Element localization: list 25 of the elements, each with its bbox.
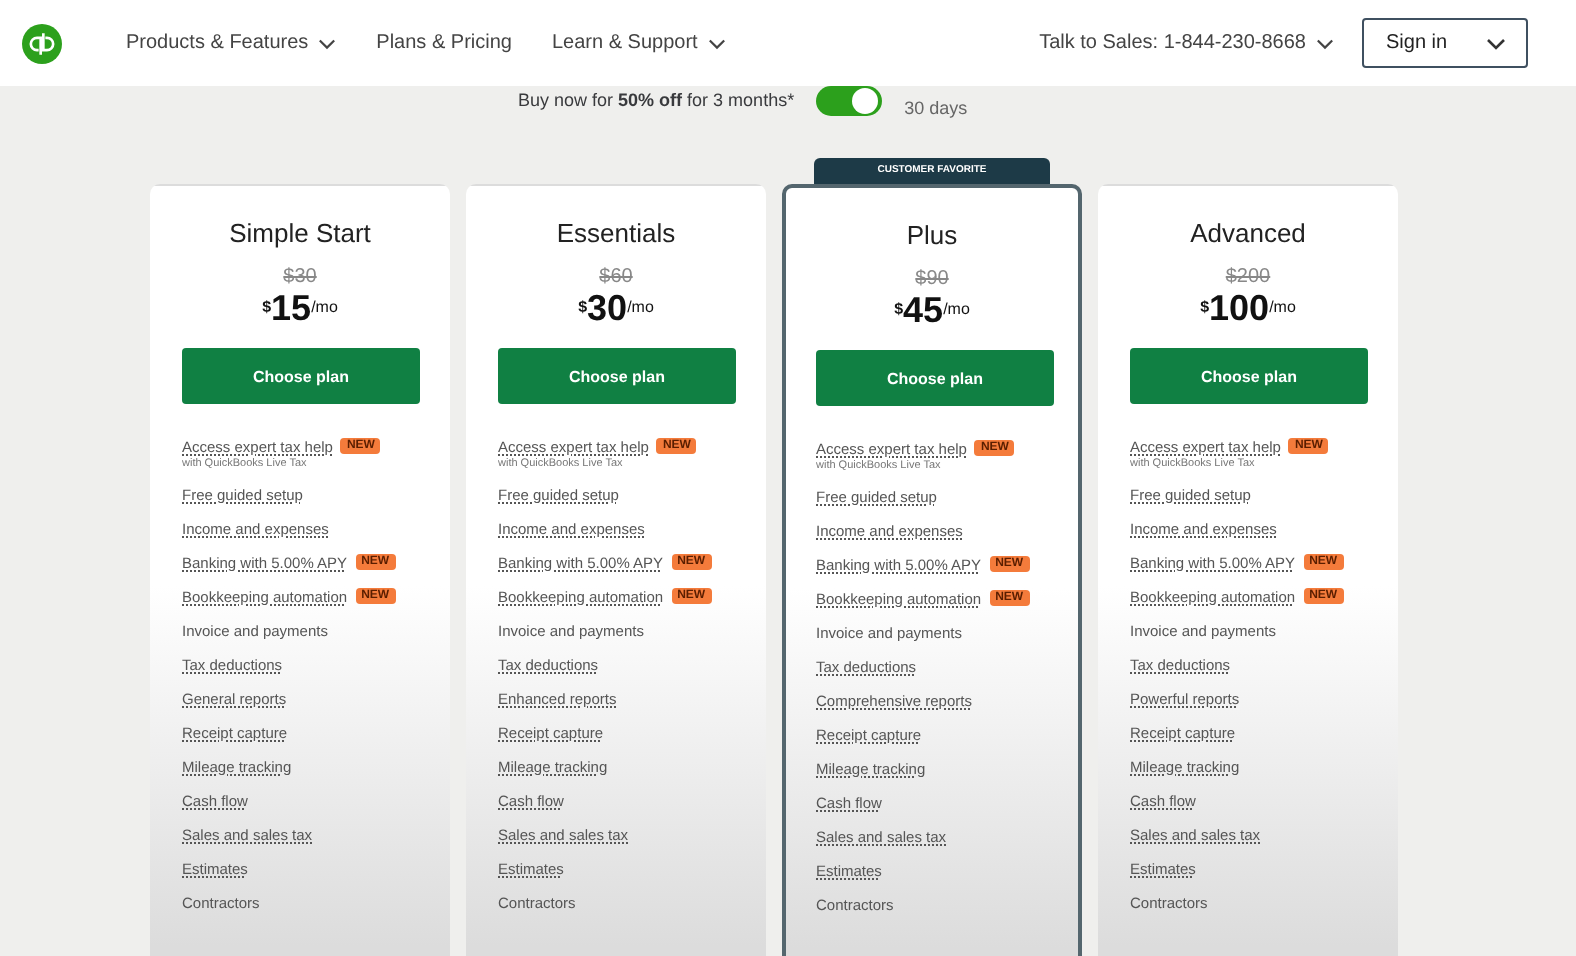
promo-text: Buy now for 50% off for 3 months*: [518, 90, 795, 110]
nav-link[interactable]: Products & Features: [126, 32, 337, 54]
discount-toggle[interactable]: [816, 86, 883, 116]
choose-plan-button[interactable]: Choose plan: [182, 348, 420, 404]
logo-icon[interactable]: [22, 23, 62, 63]
sales-phone-link[interactable]: Talk to Sales: 1-844-230-8668: [1039, 32, 1334, 54]
plan-name: Essentials: [554, 218, 678, 248]
choose-plan-button[interactable]: Choose plan: [498, 348, 736, 404]
plan-name: Plus: [904, 220, 960, 250]
chevron-down-icon: [318, 37, 337, 49]
plan-name: Advanced: [1188, 218, 1308, 248]
nav-link[interactable]: Plans & Pricing: [376, 32, 512, 54]
choose-plan-button[interactable]: Choose plan: [816, 350, 1054, 406]
plan-name: Simple Start: [227, 218, 373, 248]
nav-link[interactable]: Learn & Support: [551, 32, 726, 54]
trial-text: 30 days: [904, 98, 968, 118]
chevron-down-icon: [1316, 37, 1334, 49]
old-price: $30: [281, 266, 319, 288]
choose-plan-button[interactable]: Choose plan: [1130, 348, 1368, 404]
old-price: $60: [597, 266, 635, 288]
old-price: $90: [913, 268, 951, 290]
old-price: $200: [1223, 266, 1273, 288]
sign-in-button[interactable]: Sign in: [1362, 18, 1528, 68]
chevron-down-icon: [1486, 37, 1506, 49]
chevron-down-icon: [707, 37, 726, 49]
